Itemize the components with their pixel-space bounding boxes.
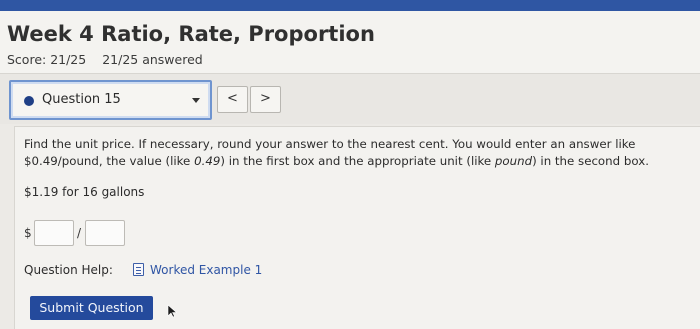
prompt-example-unit: pound — [494, 153, 533, 168]
unit-answer-input[interactable] — [85, 220, 125, 246]
question-selector[interactable]: Question 15 — [9, 80, 212, 120]
per-slash: / — [77, 226, 82, 240]
assignment-header: Week 4 Ratio, Rate, Proportion Score: 21… — [0, 11, 700, 74]
score-summary: Score: 21/25 21/25 answered — [7, 52, 203, 67]
answered-count: 21/25 answered — [102, 52, 203, 67]
question-selector-label: Question 15 — [42, 92, 121, 107]
prompt-line-2: $0.49/pound, the value (like 0.49) in th… — [24, 153, 694, 170]
question-prompt: Find the unit price. If necessary, round… — [24, 136, 694, 169]
prompt-text: ) in the second box. — [532, 153, 649, 168]
worked-example-link[interactable]: Worked Example 1 — [150, 263, 262, 277]
prompt-line-1: Find the unit price. If necessary, round… — [24, 137, 636, 151]
problem-statement: $1.19 for 16 gallons — [24, 185, 145, 199]
score-text: Score: 21/25 — [7, 52, 87, 67]
dollar-sign: $ — [24, 226, 32, 240]
next-question-button[interactable]: > — [250, 86, 281, 113]
question-status-dot-icon — [24, 96, 34, 106]
question-help-label: Question Help: — [24, 263, 113, 277]
document-icon — [133, 263, 144, 276]
submit-question-button[interactable]: Submit Question — [30, 296, 153, 320]
page-title: Week 4 Ratio, Rate, Proportion — [7, 22, 375, 46]
mouse-pointer-icon — [167, 304, 177, 318]
prompt-text: $0.49/pound, the value (like — [24, 153, 195, 168]
prompt-example-value: 0.49 — [194, 153, 221, 168]
previous-question-button[interactable]: < — [217, 86, 248, 113]
prompt-text: ) in the first box and the appropriate u… — [220, 153, 495, 168]
caret-down-icon — [192, 98, 200, 103]
top-accent-bar — [0, 0, 700, 11]
price-answer-input[interactable] — [34, 220, 74, 246]
